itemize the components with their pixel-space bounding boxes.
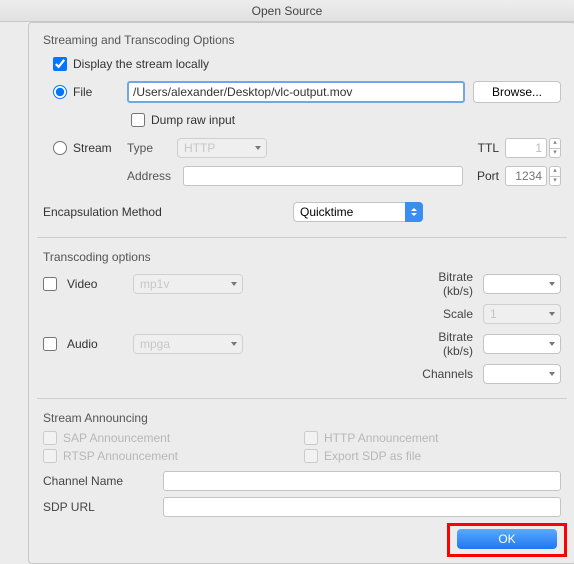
audio-checkbox[interactable] bbox=[43, 337, 57, 351]
scale-select: 1 bbox=[483, 304, 561, 324]
dump-raw-label: Dump raw input bbox=[151, 113, 235, 127]
address-input[interactable] bbox=[183, 166, 463, 186]
channel-name-label: Channel Name bbox=[43, 474, 163, 488]
file-label: File bbox=[73, 85, 119, 99]
video-bitrate-select[interactable] bbox=[483, 274, 561, 294]
port-input[interactable] bbox=[505, 166, 547, 186]
video-bitrate-label: Bitrate (kb/s) bbox=[407, 270, 477, 298]
dialog-sheet: Streaming and Transcoding Options Displa… bbox=[28, 22, 574, 564]
rtsp-label: RTSP Announcement bbox=[63, 449, 178, 463]
port-label: Port bbox=[477, 169, 499, 183]
audio-bitrate-select[interactable] bbox=[483, 334, 561, 354]
port-stepper[interactable]: ▴▾ bbox=[549, 166, 561, 186]
file-radio[interactable] bbox=[53, 85, 67, 99]
sap-label: SAP Announcement bbox=[63, 431, 170, 445]
http-ann-checkbox bbox=[304, 431, 318, 445]
stream-label: Stream bbox=[73, 141, 127, 155]
file-path-input[interactable] bbox=[127, 81, 465, 103]
ok-highlight-box bbox=[447, 523, 567, 557]
audio-codec-select: mpga bbox=[133, 334, 243, 354]
audio-bitrate-label: Bitrate (kb/s) bbox=[407, 330, 477, 358]
http-ann-label: HTTP Announcement bbox=[324, 431, 439, 445]
transcoding-heading: Transcoding options bbox=[43, 250, 561, 264]
type-label: Type bbox=[127, 141, 177, 155]
streaming-heading: Streaming and Transcoding Options bbox=[43, 33, 561, 47]
caret-icon bbox=[405, 202, 423, 222]
channels-select[interactable] bbox=[483, 364, 561, 384]
scale-label: Scale bbox=[407, 307, 477, 321]
dump-raw-checkbox[interactable] bbox=[131, 113, 145, 127]
encapsulation-select[interactable]: Quicktime bbox=[293, 202, 423, 222]
ttl-label: TTL bbox=[478, 141, 499, 155]
announcing-heading: Stream Announcing bbox=[43, 411, 561, 425]
encapsulation-label: Encapsulation Method bbox=[43, 205, 293, 219]
stream-radio[interactable] bbox=[53, 141, 67, 155]
display-locally-checkbox[interactable] bbox=[53, 57, 67, 71]
channel-name-input[interactable] bbox=[163, 471, 561, 491]
sap-checkbox bbox=[43, 431, 57, 445]
sdp-export-label: Export SDP as file bbox=[324, 449, 421, 463]
type-select: HTTP bbox=[177, 138, 267, 158]
browse-button[interactable]: Browse... bbox=[473, 81, 561, 103]
channels-label: Channels bbox=[407, 367, 477, 381]
audio-label: Audio bbox=[67, 337, 127, 351]
video-label: Video bbox=[67, 277, 127, 291]
ttl-input bbox=[505, 138, 547, 158]
sdp-url-input[interactable] bbox=[163, 497, 561, 517]
video-checkbox[interactable] bbox=[43, 277, 57, 291]
display-locally-label: Display the stream locally bbox=[73, 57, 209, 71]
video-codec-select: mp1v bbox=[133, 274, 243, 294]
ttl-stepper[interactable]: ▴▾ bbox=[549, 138, 561, 158]
address-label: Address bbox=[127, 169, 183, 183]
sdp-url-label: SDP URL bbox=[43, 500, 163, 514]
sdp-export-checkbox bbox=[304, 449, 318, 463]
window-title: Open Source bbox=[0, 0, 574, 22]
rtsp-checkbox bbox=[43, 449, 57, 463]
